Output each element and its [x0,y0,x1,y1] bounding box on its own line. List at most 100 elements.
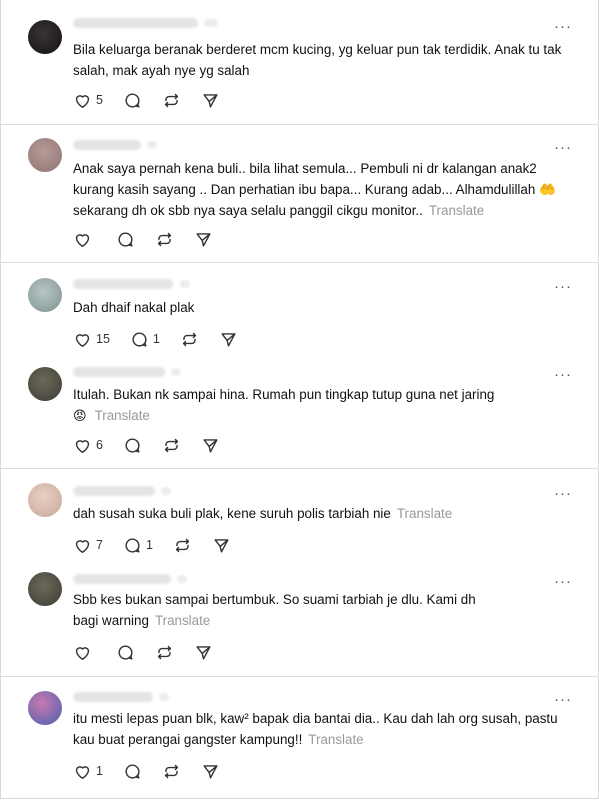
post-actions: 15 1 [73,329,258,349]
angry-face-emoji: 😡 [73,408,87,423]
share-button[interactable] [212,535,231,555]
share-button[interactable] [201,761,220,781]
repost-icon [164,764,179,778]
username[interactable] [73,367,165,377]
share-button[interactable] [194,642,213,662]
reply-count: 1 [145,538,153,552]
avatar[interactable] [28,572,62,606]
reply-button[interactable] [123,761,142,781]
like-button[interactable] [73,229,96,249]
post-divider [0,262,599,263]
like-button[interactable]: 7 [73,535,103,555]
username[interactable] [73,279,173,289]
repost-icon [182,332,197,346]
timestamp [159,693,169,701]
repost-button[interactable] [180,329,199,349]
heart-icon [75,646,90,660]
more-options-icon[interactable]: ··· [554,692,572,707]
post-text-body: Sbb kes bukan sampai bertumbuk. So suami… [73,592,476,628]
share-button[interactable] [201,90,220,110]
post-text-body: Bila keluarga beranak berderet mcm kucin… [73,42,562,78]
username[interactable] [73,574,171,584]
more-options-icon[interactable]: ··· [554,279,572,294]
repost-button[interactable] [162,761,181,781]
share-button[interactable] [219,329,238,349]
timestamp [161,487,171,495]
reply-button[interactable] [123,435,142,455]
translate-link[interactable]: Translate [308,732,363,747]
timestamp [147,141,157,149]
heart-icon [75,539,90,553]
heart-icon [75,94,90,108]
repost-button[interactable] [162,90,181,110]
post-text: dah susah suka buli plak, kene suruh pol… [73,503,578,524]
like-button[interactable] [73,642,96,662]
post-actions: 6 [73,435,240,455]
like-button[interactable]: 5 [73,90,103,110]
avatar[interactable] [28,691,62,725]
reply-button[interactable]: 1 [123,535,153,555]
more-options-icon[interactable]: ··· [554,367,572,382]
comment-bubble-icon [118,644,133,660]
translate-link[interactable]: Translate [95,408,150,423]
like-button[interactable]: 15 [73,329,110,349]
post-text: itu mesti lepas puan blk, kaw² bapak dia… [73,708,578,750]
timestamp [204,19,218,27]
translate-link[interactable]: Translate [429,203,484,218]
repost-icon [175,538,190,552]
share-button[interactable] [201,435,220,455]
timestamp [171,368,181,376]
more-options-icon[interactable]: ··· [554,574,572,589]
comment-bubble-icon [125,763,140,779]
send-icon [196,645,211,660]
repost-icon [157,232,172,246]
username[interactable] [73,692,153,702]
like-button[interactable]: 1 [73,761,103,781]
comment-bubble-icon [125,537,140,553]
reply-button[interactable] [116,229,135,249]
send-icon [203,438,218,453]
heart-icon [75,333,90,347]
more-options-icon[interactable]: ··· [554,19,572,34]
more-options-icon[interactable]: ··· [554,140,572,155]
avatar[interactable] [28,138,62,172]
heart-icon [75,233,90,247]
post-divider [0,468,599,469]
like-count: 1 [96,764,103,778]
repost-button[interactable] [173,535,192,555]
repost-button[interactable] [155,642,174,662]
post-actions: 5 [73,90,240,110]
translate-link[interactable]: Translate [155,613,210,628]
timestamp [180,280,190,288]
repost-button[interactable] [155,229,174,249]
send-icon [203,93,218,108]
translate-link[interactable]: Translate [397,506,452,521]
reply-button[interactable]: 1 [130,329,160,349]
avatar[interactable] [28,20,62,54]
more-options-icon[interactable]: ··· [554,486,572,501]
avatar[interactable] [28,483,62,517]
post-text: Sbb kes bukan sampai bertumbuk. So suami… [73,589,493,631]
comment-bubble-icon [125,92,140,108]
post-actions: 1 [73,761,240,781]
like-count: 5 [96,93,103,107]
avatar[interactable] [28,367,62,401]
reply-button[interactable] [116,642,135,662]
post-text-body: Itulah. Bukan nk sampai hina. Rumah pun … [73,387,495,402]
username[interactable] [73,486,155,496]
post-actions [73,642,233,662]
avatar[interactable] [28,278,62,312]
reply-button[interactable] [123,90,142,110]
share-button[interactable] [194,229,213,249]
post-divider [0,124,599,125]
like-button[interactable]: 6 [73,435,103,455]
like-count: 6 [96,438,103,452]
repost-icon [164,93,179,107]
post-text: Dah dhaif nakal plak [73,297,578,318]
post-text-body: dah susah suka buli plak, kene suruh pol… [73,506,391,521]
username[interactable] [73,18,198,28]
repost-button[interactable] [162,435,181,455]
comment-bubble-icon [118,231,133,247]
heart-icon [75,765,90,779]
username[interactable] [73,140,141,150]
